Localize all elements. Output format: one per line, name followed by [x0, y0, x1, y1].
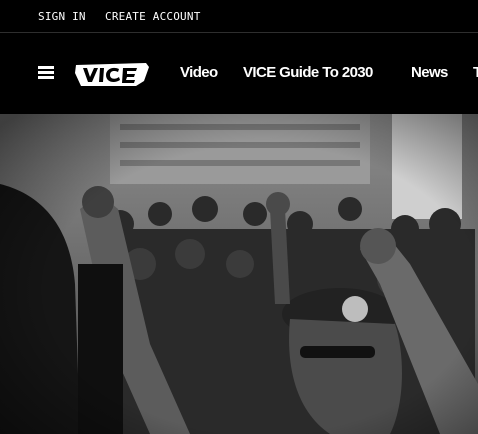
create-account-link[interactable]: CREATE ACCOUNT — [105, 10, 201, 23]
utility-bar: SIGN IN CREATE ACCOUNT — [0, 0, 478, 33]
nav-item-vice-guide-2030[interactable]: VICE Guide To 2030 — [243, 64, 373, 81]
main-nav: Video VICE Guide To 2030 News T — [0, 33, 478, 114]
hero-image[interactable] — [0, 114, 478, 434]
vice-logo[interactable] — [73, 61, 151, 88]
hamburger-icon[interactable] — [38, 66, 54, 80]
nav-item-news[interactable]: News — [411, 64, 448, 81]
hero-photo-illustration — [0, 114, 478, 434]
nav-item-truncated[interactable]: T — [473, 64, 478, 81]
sign-in-link[interactable]: SIGN IN — [38, 10, 86, 23]
nav-item-video[interactable]: Video — [180, 64, 218, 81]
